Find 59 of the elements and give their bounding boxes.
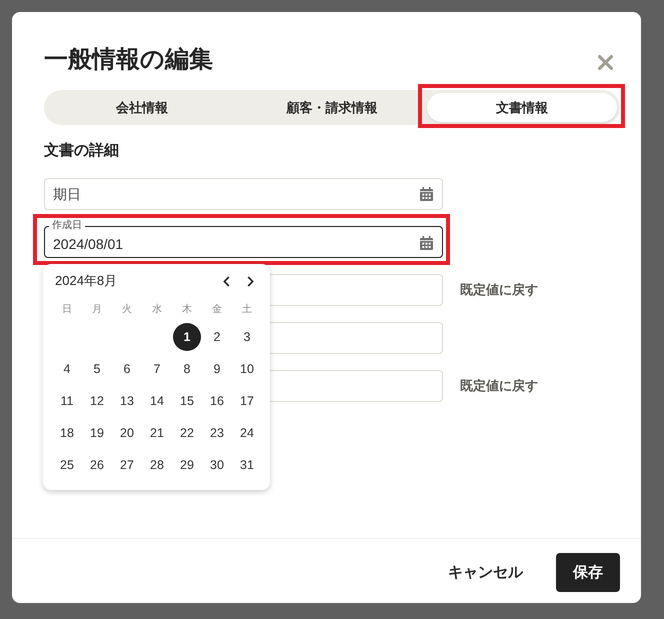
weekday-label: 土 xyxy=(241,302,253,316)
tab[interactable]: 会社情報 xyxy=(47,93,237,122)
calendar-icon[interactable] xyxy=(420,236,433,250)
close-button[interactable] xyxy=(598,54,613,70)
weekday-label: 火 xyxy=(121,302,133,316)
calendar-day[interactable]: 30 xyxy=(203,451,231,479)
close-icon xyxy=(598,54,613,70)
date-field[interactable]: 作成日 2024/08/01 xyxy=(44,220,443,258)
field-placeholder: 期日 xyxy=(53,186,81,204)
calendar-day[interactable]: 31 xyxy=(233,451,261,479)
calendar-day[interactable]: 26 xyxy=(83,451,111,479)
calendar-day[interactable]: 8 xyxy=(173,355,201,383)
weekday-label: 木 xyxy=(181,302,193,316)
field-value: 2024/08/01 xyxy=(53,236,124,252)
calendar-day[interactable]: 7 xyxy=(143,355,171,383)
calendar-day[interactable]: 13 xyxy=(113,387,141,415)
reset-default-link[interactable]: 既定値に戻す xyxy=(460,281,538,299)
calendar-day[interactable]: 22 xyxy=(173,419,201,447)
calendar-day[interactable]: 20 xyxy=(113,419,141,447)
date-field[interactable]: 期日 xyxy=(44,178,443,210)
calendar-day[interactable]: 27 xyxy=(113,451,141,479)
calendar-day[interactable]: 9 xyxy=(203,355,231,383)
cancel-button[interactable]: キャンセル xyxy=(436,552,535,592)
calendar-day[interactable]: 2 xyxy=(203,323,231,351)
calendar-day[interactable]: 29 xyxy=(173,451,201,479)
calendar-day[interactable]: 15 xyxy=(173,387,201,415)
calendar-day[interactable]: 1 xyxy=(173,323,201,351)
calendar-day[interactable]: 10 xyxy=(233,355,261,383)
calendar-day[interactable]: 17 xyxy=(233,387,261,415)
calendar-day[interactable]: 18 xyxy=(53,419,81,447)
save-button[interactable]: 保存 xyxy=(556,552,620,592)
field-label: 作成日 xyxy=(51,220,83,232)
calendar-day[interactable]: 23 xyxy=(203,419,231,447)
calendar-day[interactable]: 5 xyxy=(83,355,111,383)
weekday-label: 月 xyxy=(91,303,103,316)
reset-default-link[interactable]: 既定値に戻す xyxy=(460,377,538,395)
month-label: 2024年8月 xyxy=(55,272,118,290)
calendar-day[interactable]: 6 xyxy=(113,355,141,383)
section-title: 文書の詳細 xyxy=(44,141,120,161)
tab[interactable]: 文書情報 xyxy=(427,93,617,122)
calendar-day[interactable]: 3 xyxy=(233,323,261,351)
chevron-left-icon xyxy=(222,276,230,286)
tab[interactable]: 顧客・請求情報 xyxy=(237,93,427,122)
weekday-label: 金 xyxy=(211,303,223,316)
calendar-day[interactable]: 25 xyxy=(53,451,81,479)
calendar-day[interactable]: 24 xyxy=(233,419,261,447)
calendar-day[interactable]: 16 xyxy=(203,387,231,415)
chevron-right-icon xyxy=(246,276,254,286)
dialog-title: 一般情報の編集 xyxy=(44,45,213,75)
calendar-day[interactable]: 28 xyxy=(143,451,171,479)
calendar-day[interactable]: 11 xyxy=(53,387,81,415)
calendar-day[interactable]: 12 xyxy=(83,387,111,415)
calendar-day[interactable]: 14 xyxy=(143,387,171,415)
calendar-day[interactable]: 4 xyxy=(53,355,81,383)
calendar-day[interactable]: 21 xyxy=(143,419,171,447)
calendar-day[interactable]: 19 xyxy=(83,419,111,447)
weekday-label: 水 xyxy=(151,302,163,316)
weekday-label: 日 xyxy=(61,303,73,316)
calendar-icon[interactable] xyxy=(420,187,433,201)
